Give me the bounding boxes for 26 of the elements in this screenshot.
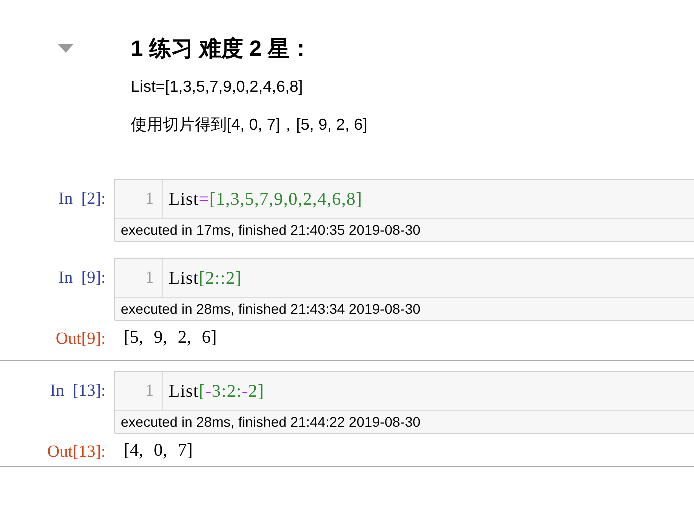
paragraph: List=[1,3,5,7,9,0,2,4,6,8] [131,78,304,98]
notebook-cell[interactable]: In [9]: 1 List[2::2] executed in 28ms, finished 21:43:34 2019-08-30 Out[9]: [5, 9, 2, 6] [0,253,694,354]
code-input-area[interactable]: 1 List=[1,3,5,7,9,0,2,4,6,8] executed in 17ms, finished 21:40:35 2019-08-30 [114,179,694,242]
output-prompt: Out[13]: [46,441,107,462]
notebook-cell[interactable]: In [2]: 1 List=[1,3,5,7,9,0,2,4,6,8] executed in 17ms, finished 21:40:35 2019-08-30 [0,174,694,247]
execution-time: executed in 28ms, finished 21:43:34 2019-08-30 [120,300,422,319]
input-prompt: In [2]: [58,188,107,209]
output-prompt: Out[9]: [54,328,107,349]
execution-time: executed in 28ms, finished 21:44:22 2019-08-30 [120,413,422,432]
code-line: List=[1,3,5,7,9,0,2,4,6,8] [168,188,363,210]
code-line: List[-3:2:-2] [168,380,265,402]
code-input-area[interactable]: 1 List[-3:2:-2] executed in 28ms, finished 21:44:22 2019-08-30 [114,371,694,434]
line-number: 1 [115,259,163,297]
section-heading: 1 练习 难度 2 星： [131,35,313,63]
notebook-cell[interactable]: In [13]: 1 List[-3:2:-2] executed in 28ms, finished 21:44:22 2019-08-30 Out[13]: [4, 0, 7] [0,360,694,467]
line-number: 1 [115,372,163,410]
collapse-triangle-icon[interactable] [58,44,74,54]
code-line: List[2::2] [168,268,242,288]
paragraph: 使用切片得到[4, 0, 7]，[5, 9, 2, 6] [131,116,368,136]
input-prompt: In [9]: [58,267,107,288]
line-number: 1 [115,180,163,218]
output-text: [4, 0, 7] [123,440,193,461]
execution-time: executed in 17ms, finished 21:40:35 2019-08-30 [120,221,422,240]
input-prompt: In [13]: [49,380,107,401]
code-input-area[interactable]: 1 List[2::2] executed in 28ms, finished 21:43:34 2019-08-30 [114,258,694,321]
output-text: [5, 9, 2, 6] [123,327,217,348]
